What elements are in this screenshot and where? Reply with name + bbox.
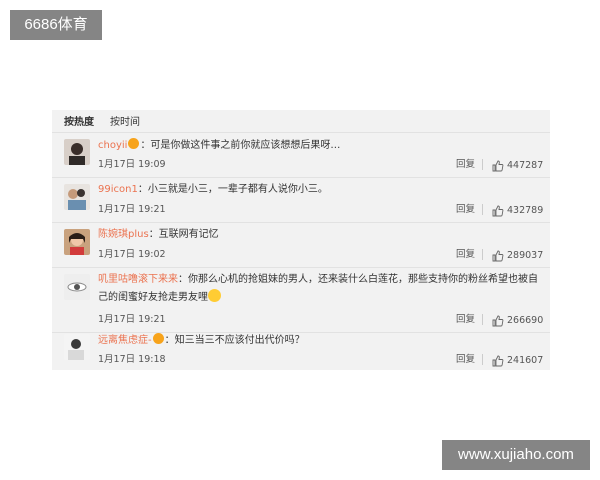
separator xyxy=(482,249,483,260)
comment-time: 1月17日 19:02 xyxy=(98,249,166,260)
sort-tabs: 按热度 按时间 xyxy=(64,115,140,131)
thumbs-up-icon xyxy=(492,160,504,171)
like-button[interactable]: 241607 xyxy=(492,354,543,367)
comment-text: ：小三就是小三，一辈子都有人说你小三。 xyxy=(137,184,328,195)
comment-time: 1月17日 19:18 xyxy=(98,354,166,365)
comment-time: 1月17日 19:21 xyxy=(98,314,166,325)
shocked-face-emoji-icon xyxy=(208,289,221,302)
avatar[interactable] xyxy=(64,229,90,255)
like-button[interactable]: 432789 xyxy=(492,204,543,217)
like-count: 241607 xyxy=(507,355,544,366)
comment-item: choyii ：可是你做这件事之前你就应该想想后果呀… 1月17日 19:09 回… xyxy=(52,133,550,177)
comment-username[interactable]: choyii xyxy=(98,140,127,151)
thumbs-up-icon xyxy=(492,205,504,216)
like-count: 447287 xyxy=(507,160,544,171)
avatar[interactable] xyxy=(64,184,90,210)
comment-text: ：可是你做这件事之前你就应该想想后果呀… xyxy=(140,140,341,151)
reply-button[interactable]: 回复 xyxy=(456,249,475,261)
avatar[interactable] xyxy=(64,334,90,360)
like-count: 432789 xyxy=(507,205,544,216)
separator xyxy=(482,314,483,325)
watermark-bottom: www.xujiaho.com xyxy=(442,440,590,470)
comment-item: 远离焦虑症- ：知三当三不应该付出代价吗？ 1月17日 19:18 回复 2416… xyxy=(52,328,550,372)
comment-text: ：知三当三不应该付出代价吗？ xyxy=(164,335,305,346)
comment-item: 陈婉琪plus：互联网有记忆 1月17日 19:02 回复 289037 xyxy=(52,223,550,267)
avatar[interactable] xyxy=(64,139,90,165)
thumbs-up-icon xyxy=(492,250,504,261)
like-button[interactable]: 289037 xyxy=(492,249,543,262)
comment-panel: 按热度 按时间 choyii ：可是你做这件事之前你就应该想想后果呀… 1月17日… xyxy=(52,110,550,370)
like-button[interactable]: 266690 xyxy=(492,314,543,327)
tab-sort-time[interactable]: 按时间 xyxy=(110,115,140,131)
vip-badge-icon xyxy=(128,138,140,149)
comment-time: 1月17日 19:09 xyxy=(98,159,166,170)
comment-username[interactable]: 99icon1 xyxy=(98,184,138,195)
reply-button[interactable]: 回复 xyxy=(456,159,475,171)
comment-time: 1月17日 19:21 xyxy=(98,204,166,215)
reply-button[interactable]: 回复 xyxy=(456,204,475,216)
comment-item: 叽里咕噜滚下来来：你那么心机的抢姐妹的男人，还来装什么白莲花，那些支持你的粉丝希… xyxy=(52,268,550,332)
separator xyxy=(482,354,483,365)
comment-item: 99icon1：小三就是小三，一辈子都有人说你小三。 1月17日 19:21 回… xyxy=(52,178,550,222)
watermark-top: 6686体育 xyxy=(10,10,102,40)
reply-button[interactable]: 回复 xyxy=(456,354,475,366)
separator xyxy=(482,159,483,170)
comment-username[interactable]: 远离焦虑症- xyxy=(98,335,152,346)
vip-badge-icon xyxy=(152,333,164,344)
reply-button[interactable]: 回复 xyxy=(456,314,475,326)
tab-sort-hot[interactable]: 按热度 xyxy=(64,115,94,131)
thumbs-up-icon xyxy=(492,315,504,326)
thumbs-up-icon xyxy=(492,355,504,366)
comment-text: ：互联网有记忆 xyxy=(148,229,219,240)
like-count: 266690 xyxy=(507,315,544,326)
like-count: 289037 xyxy=(507,250,544,261)
comment-username[interactable]: 陈婉琪plus xyxy=(98,229,149,240)
comment-username[interactable]: 叽里咕噜滚下来来 xyxy=(98,274,178,285)
separator xyxy=(482,204,483,215)
like-button[interactable]: 447287 xyxy=(492,159,543,172)
avatar[interactable] xyxy=(64,274,90,300)
